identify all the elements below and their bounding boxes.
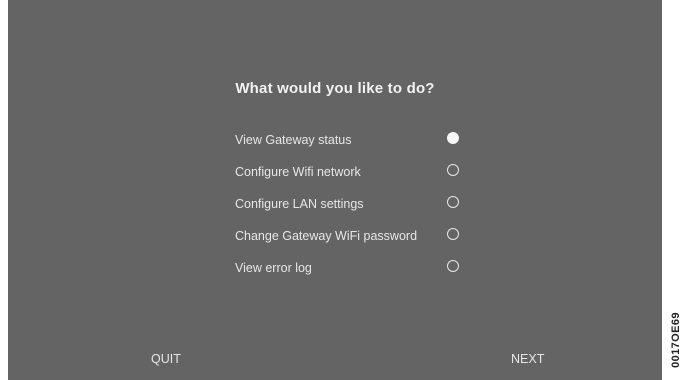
- radio-button[interactable]: [447, 260, 459, 272]
- option-label: View error log: [235, 261, 312, 275]
- quit-button[interactable]: QUIT: [151, 352, 181, 366]
- option-label: View Gateway status: [235, 133, 352, 147]
- option-label: Configure Wifi network: [235, 165, 361, 179]
- options-list: View Gateway status Configure Wifi netwo…: [235, 124, 475, 284]
- radio-button[interactable]: [447, 196, 459, 208]
- page: What would you like to do? View Gateway …: [0, 0, 689, 380]
- next-button[interactable]: NEXT: [511, 352, 544, 366]
- option-label: Configure LAN settings: [235, 197, 364, 211]
- figure-code-text: 0017OE69: [670, 312, 682, 368]
- figure-code: 0017OE69: [663, 300, 689, 380]
- radio-button[interactable]: [447, 228, 459, 240]
- option-label: Change Gateway WiFi password: [235, 229, 418, 243]
- option-view-error-log[interactable]: View error log: [235, 252, 475, 284]
- option-configure-wifi-network[interactable]: Configure Wifi network: [235, 156, 475, 188]
- option-configure-lan-settings[interactable]: Configure LAN settings: [235, 188, 475, 220]
- radio-button[interactable]: [447, 132, 459, 144]
- option-view-gateway-status[interactable]: View Gateway status: [235, 124, 475, 156]
- dialog-title: What would you like to do?: [235, 80, 435, 97]
- radio-button[interactable]: [447, 164, 459, 176]
- option-change-gateway-wifi-password[interactable]: Change Gateway WiFi password: [235, 220, 475, 252]
- gateway-screen: What would you like to do? View Gateway …: [8, 0, 662, 380]
